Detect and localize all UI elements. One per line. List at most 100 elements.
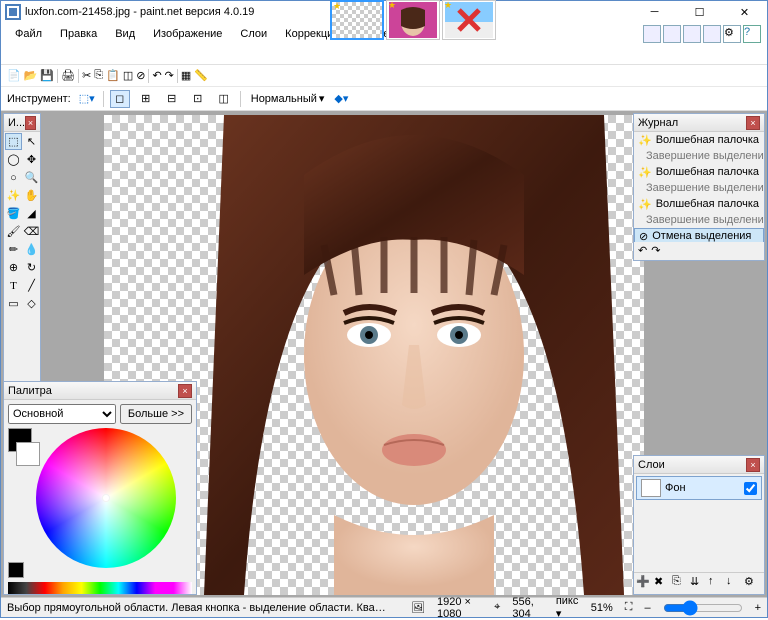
selmode-replace-icon[interactable]: ◻ xyxy=(110,90,130,108)
swap-colors-icon[interactable] xyxy=(8,562,24,578)
history-item[interactable]: ✨Волшебная палочка xyxy=(634,196,764,212)
dims-icon: 🖼 xyxy=(411,601,425,614)
tool-rect-select[interactable]: ⬚ xyxy=(5,133,22,150)
layer-item[interactable]: Фон xyxy=(636,476,762,500)
close-button[interactable]: ✕ xyxy=(722,1,767,23)
status-coords: 556, 304 xyxy=(512,596,543,620)
tool-ellipse-select[interactable]: ○ xyxy=(5,169,22,186)
tool-text[interactable]: T xyxy=(5,277,22,294)
layer-props-icon[interactable]: ⚙ xyxy=(744,575,760,591)
redo-icon[interactable]: ↷ xyxy=(165,69,174,82)
doc-thumb-3[interactable]: ★ xyxy=(442,0,496,40)
layer-delete-icon[interactable]: ✖ xyxy=(654,575,670,591)
palette-panel-title: Палитра xyxy=(8,385,52,397)
tool-zoom[interactable]: 🔍 xyxy=(23,169,40,186)
tools-panel-close-icon[interactable]: × xyxy=(25,116,36,130)
history-item[interactable]: Завершение выделения палочкой xyxy=(634,180,764,196)
open-icon[interactable]: 📂 xyxy=(24,69,38,82)
doc-thumb-1[interactable]: ★ xyxy=(330,0,384,40)
history-item[interactable]: ✨Волшебная палочка xyxy=(634,164,764,180)
history-item[interactable]: Завершение выделения палочкой xyxy=(634,212,764,228)
tool-brush[interactable]: 🖌 xyxy=(5,223,22,240)
panel-toggle-tools-icon[interactable] xyxy=(643,25,661,43)
tool-rect[interactable]: ▭ xyxy=(5,295,22,312)
app-icon xyxy=(5,4,21,20)
layer-visible-checkbox[interactable] xyxy=(744,482,757,495)
tool-eraser[interactable]: ⌫ xyxy=(23,223,40,240)
palette-more-button[interactable]: Больше >> xyxy=(120,404,192,424)
layer-add-icon[interactable]: ➕ xyxy=(636,575,652,591)
tool-wand[interactable]: ✨ xyxy=(5,187,22,204)
history-panel-close-icon[interactable]: × xyxy=(746,116,760,130)
current-tool-icon[interactable]: ⬚▾ xyxy=(77,90,97,108)
save-icon[interactable]: 💾 xyxy=(40,69,54,82)
tools-panel: И...× ⬚↖ ◯✥ ○🔍 ✨✋ 🪣◢ 🖌⌫ ✏💧 ⊕↻ T╱ ▭◇ xyxy=(3,113,41,403)
history-item[interactable]: Завершение выделения палочкой xyxy=(634,148,764,164)
zoom-slider[interactable] xyxy=(663,600,743,616)
tool-clone[interactable]: ⊕ xyxy=(5,259,22,276)
palette-panel-close-icon[interactable]: × xyxy=(178,384,192,398)
menu-file[interactable]: Файл xyxy=(7,25,50,43)
print-icon[interactable]: 🖨 xyxy=(61,69,75,82)
settings-icon[interactable]: ⚙ xyxy=(723,25,741,43)
tool-gradient[interactable]: ◢ xyxy=(23,205,40,222)
doc-thumb-2[interactable]: ★ xyxy=(386,0,440,40)
crop-icon[interactable]: ◫ xyxy=(123,69,133,82)
color-wheel[interactable] xyxy=(36,428,176,568)
tool-lasso[interactable]: ◯ xyxy=(5,151,22,168)
menu-edit[interactable]: Правка xyxy=(52,25,105,43)
color-mode-select[interactable]: Основной xyxy=(8,404,116,424)
menu-layers[interactable]: Слои xyxy=(232,25,275,43)
deselect-icon[interactable]: ⊘ xyxy=(136,69,145,82)
menu-image[interactable]: Изображение xyxy=(145,25,230,43)
unit-combo[interactable]: пикс ▾ xyxy=(556,595,579,620)
layer-merge-icon[interactable]: ⇊ xyxy=(690,575,706,591)
blend-mode-combo[interactable]: Нормальный ▾ xyxy=(247,92,329,105)
zoom-in-icon[interactable]: + xyxy=(755,602,761,614)
palette-strip[interactable] xyxy=(8,582,192,594)
tool-move[interactable]: ↖ xyxy=(23,133,40,150)
tool-picker[interactable]: 💧 xyxy=(23,241,40,258)
selmode-invert-icon[interactable]: ◫ xyxy=(214,90,234,108)
grid-icon[interactable]: ▦ xyxy=(181,69,191,82)
paste-icon[interactable]: 📋 xyxy=(106,69,120,82)
undo-icon[interactable]: ↶ xyxy=(152,69,161,82)
selmode-intersect-icon[interactable]: ⊡ xyxy=(188,90,208,108)
cut-icon[interactable]: ✂ xyxy=(82,69,91,82)
flood-icon[interactable]: ◆▾ xyxy=(334,92,348,105)
status-zoom: 51% xyxy=(591,602,613,614)
deselect-icon: ⊘ xyxy=(639,230,648,243)
zoom-window-icon[interactable]: ⛶ xyxy=(625,601,633,614)
history-item-selected[interactable]: ⊘Отмена выделения xyxy=(634,228,764,242)
selmode-add-icon[interactable]: ⊞ xyxy=(136,90,156,108)
tool-fill[interactable]: 🪣 xyxy=(5,205,22,222)
maximize-button[interactable]: ☐ xyxy=(677,1,722,23)
panel-toggle-layers-icon[interactable] xyxy=(683,25,701,43)
tool-move-sel[interactable]: ✥ xyxy=(23,151,40,168)
secondary-color-swatch[interactable] xyxy=(16,442,40,466)
panel-toggle-colors-icon[interactable] xyxy=(703,25,721,43)
minimize-button[interactable]: ─ xyxy=(632,1,677,23)
tool-recolor[interactable]: ↻ xyxy=(23,259,40,276)
help-icon[interactable]: ? xyxy=(743,25,761,43)
layer-up-icon[interactable]: ↑ xyxy=(708,575,724,591)
ruler-icon[interactable]: 📏 xyxy=(194,69,208,82)
layers-panel: Слои× Фон ➕ ✖ ⎘ ⇊ ↑ ↓ ⚙ xyxy=(633,455,765,595)
layer-dup-icon[interactable]: ⎘ xyxy=(672,575,688,591)
tool-line[interactable]: ╱ xyxy=(23,277,40,294)
menu-view[interactable]: Вид xyxy=(107,25,143,43)
panel-toggle-history-icon[interactable] xyxy=(663,25,681,43)
layer-down-icon[interactable]: ↓ xyxy=(726,575,742,591)
layers-panel-close-icon[interactable]: × xyxy=(746,458,760,472)
copy-icon[interactable]: ⎘ xyxy=(94,69,103,82)
tool-shapes[interactable]: ◇ xyxy=(23,295,40,312)
selmode-sub-icon[interactable]: ⊟ xyxy=(162,90,182,108)
history-undo-icon[interactable]: ↶ xyxy=(638,244,647,257)
tool-pan[interactable]: ✋ xyxy=(23,187,40,204)
history-redo-icon[interactable]: ↷ xyxy=(651,244,660,257)
new-icon[interactable]: 📄 xyxy=(7,69,21,82)
zoom-out-icon[interactable]: – xyxy=(644,602,650,614)
history-item[interactable]: ✨Волшебная палочка xyxy=(634,132,764,148)
status-dims: 1920 × 1080 xyxy=(437,596,482,620)
tool-pencil[interactable]: ✏ xyxy=(5,241,22,258)
